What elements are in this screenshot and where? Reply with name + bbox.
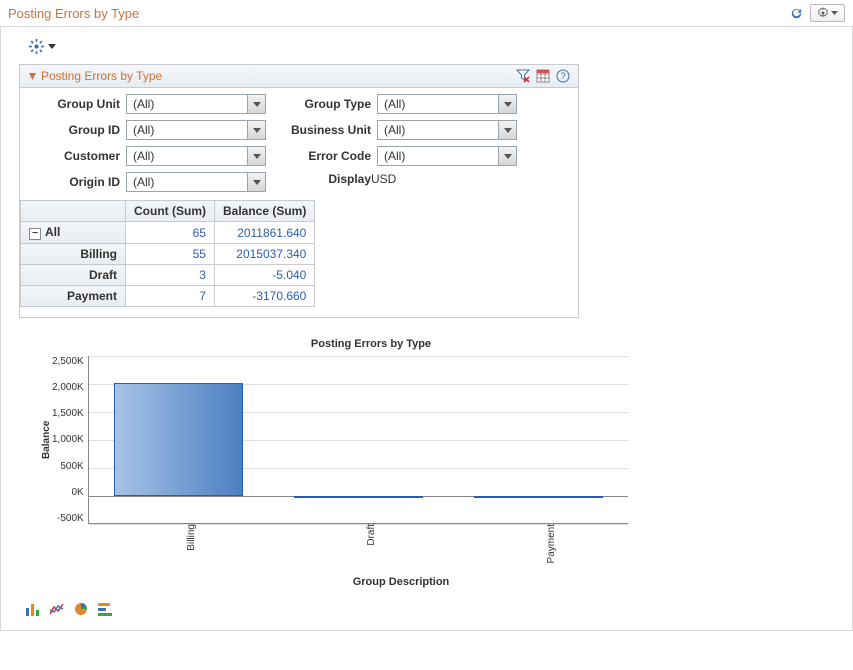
- cell-balance[interactable]: 2011861.640: [214, 222, 314, 244]
- refresh-icon[interactable]: [789, 6, 804, 21]
- filter-label: Group Unit: [30, 97, 120, 111]
- y-tick: -500K: [52, 513, 84, 524]
- filter-error-code: Error Code (All): [286, 146, 517, 166]
- filter-panel: Posting Errors by Type ?: [19, 64, 579, 318]
- y-tick: 2,500K: [52, 356, 84, 367]
- collapse-all-icon[interactable]: −: [29, 228, 41, 240]
- settings-button[interactable]: [810, 4, 845, 22]
- collapse-icon[interactable]: [28, 72, 37, 81]
- filter-business-unit: Business Unit (All): [286, 120, 517, 140]
- group-type-select[interactable]: (All): [377, 94, 517, 114]
- table-row: −All 65 2011861.640: [21, 222, 315, 244]
- svg-text:?: ?: [560, 71, 565, 81]
- grid-view-icon[interactable]: [536, 69, 550, 83]
- filter-label: Customer: [30, 149, 120, 163]
- cell-balance[interactable]: -5.040: [214, 265, 314, 286]
- group-unit-select[interactable]: (All): [126, 94, 266, 114]
- col-header-blank: [21, 201, 126, 222]
- filter-clear-icon[interactable]: [516, 69, 530, 83]
- chart-type-horizontal-bar-icon[interactable]: [97, 602, 113, 616]
- page-title: Posting Errors by Type: [8, 6, 789, 21]
- y-axis-label: Balance: [41, 356, 52, 524]
- display-currency: Display USD: [286, 172, 517, 186]
- filter-label: Origin ID: [30, 175, 120, 189]
- y-tick: 0K: [52, 487, 84, 498]
- summary-table: Count (Sum) Balance (Sum) −All 65 201186…: [20, 200, 315, 307]
- table-row: Billing 55 2015037.340: [21, 244, 315, 265]
- col-header-count: Count (Sum): [126, 201, 215, 222]
- display-label: Display: [286, 172, 371, 186]
- cell-count[interactable]: 7: [126, 286, 215, 307]
- group-id-select[interactable]: (All): [126, 120, 266, 140]
- filter-label: Group ID: [30, 123, 120, 137]
- y-tick: 1,500K: [52, 408, 84, 419]
- x-tick: Draft: [281, 524, 461, 570]
- cell-count[interactable]: 65: [126, 222, 215, 244]
- y-tick: 500K: [52, 461, 84, 472]
- chart-type-line-icon[interactable]: [49, 602, 65, 616]
- table-row: Payment 7 -3170.660: [21, 286, 315, 307]
- chart: Posting Errors by Type Balance 2,500K 2,0…: [41, 338, 701, 588]
- help-icon[interactable]: ?: [556, 69, 570, 83]
- chart-bar[interactable]: [474, 496, 604, 498]
- x-axis-label: Group Description: [101, 576, 701, 588]
- display-value: USD: [371, 172, 396, 186]
- cell-balance[interactable]: 2015037.340: [214, 244, 314, 265]
- filter-label: Error Code: [286, 149, 371, 163]
- chart-bar[interactable]: [294, 496, 424, 498]
- origin-id-select[interactable]: (All): [126, 172, 266, 192]
- filter-group-type: Group Type (All): [286, 94, 517, 114]
- filter-label: Group Type: [286, 97, 371, 111]
- filter-group-unit: Group Unit (All): [30, 94, 266, 114]
- cell-balance[interactable]: -3170.660: [214, 286, 314, 307]
- x-tick: Billing: [101, 524, 281, 570]
- chart-type-bar-icon[interactable]: [25, 602, 41, 616]
- filter-group-id: Group ID (All): [30, 120, 266, 140]
- filter-customer: Customer (All): [30, 146, 266, 166]
- x-tick: Payment: [461, 524, 641, 570]
- chart-type-pie-icon[interactable]: [73, 602, 89, 616]
- y-tick: 2,000K: [52, 382, 84, 393]
- error-code-select[interactable]: (All): [377, 146, 517, 166]
- y-tick: 1,000K: [52, 434, 84, 445]
- business-unit-select[interactable]: (All): [377, 120, 517, 140]
- customer-select[interactable]: (All): [126, 146, 266, 166]
- filter-label: Business Unit: [286, 123, 371, 137]
- panel-title: Posting Errors by Type: [41, 69, 162, 83]
- col-header-balance: Balance (Sum): [214, 201, 314, 222]
- chart-bar[interactable]: [114, 383, 244, 496]
- cell-count[interactable]: 55: [126, 244, 215, 265]
- chart-plot: [88, 356, 628, 524]
- cell-count[interactable]: 3: [126, 265, 215, 286]
- filter-origin-id: Origin ID (All): [30, 172, 266, 192]
- table-row: Draft 3 -5.040: [21, 265, 315, 286]
- options-gear-icon[interactable]: [29, 39, 44, 54]
- options-dropdown-icon[interactable]: [48, 44, 56, 49]
- chart-title: Posting Errors by Type: [41, 338, 701, 350]
